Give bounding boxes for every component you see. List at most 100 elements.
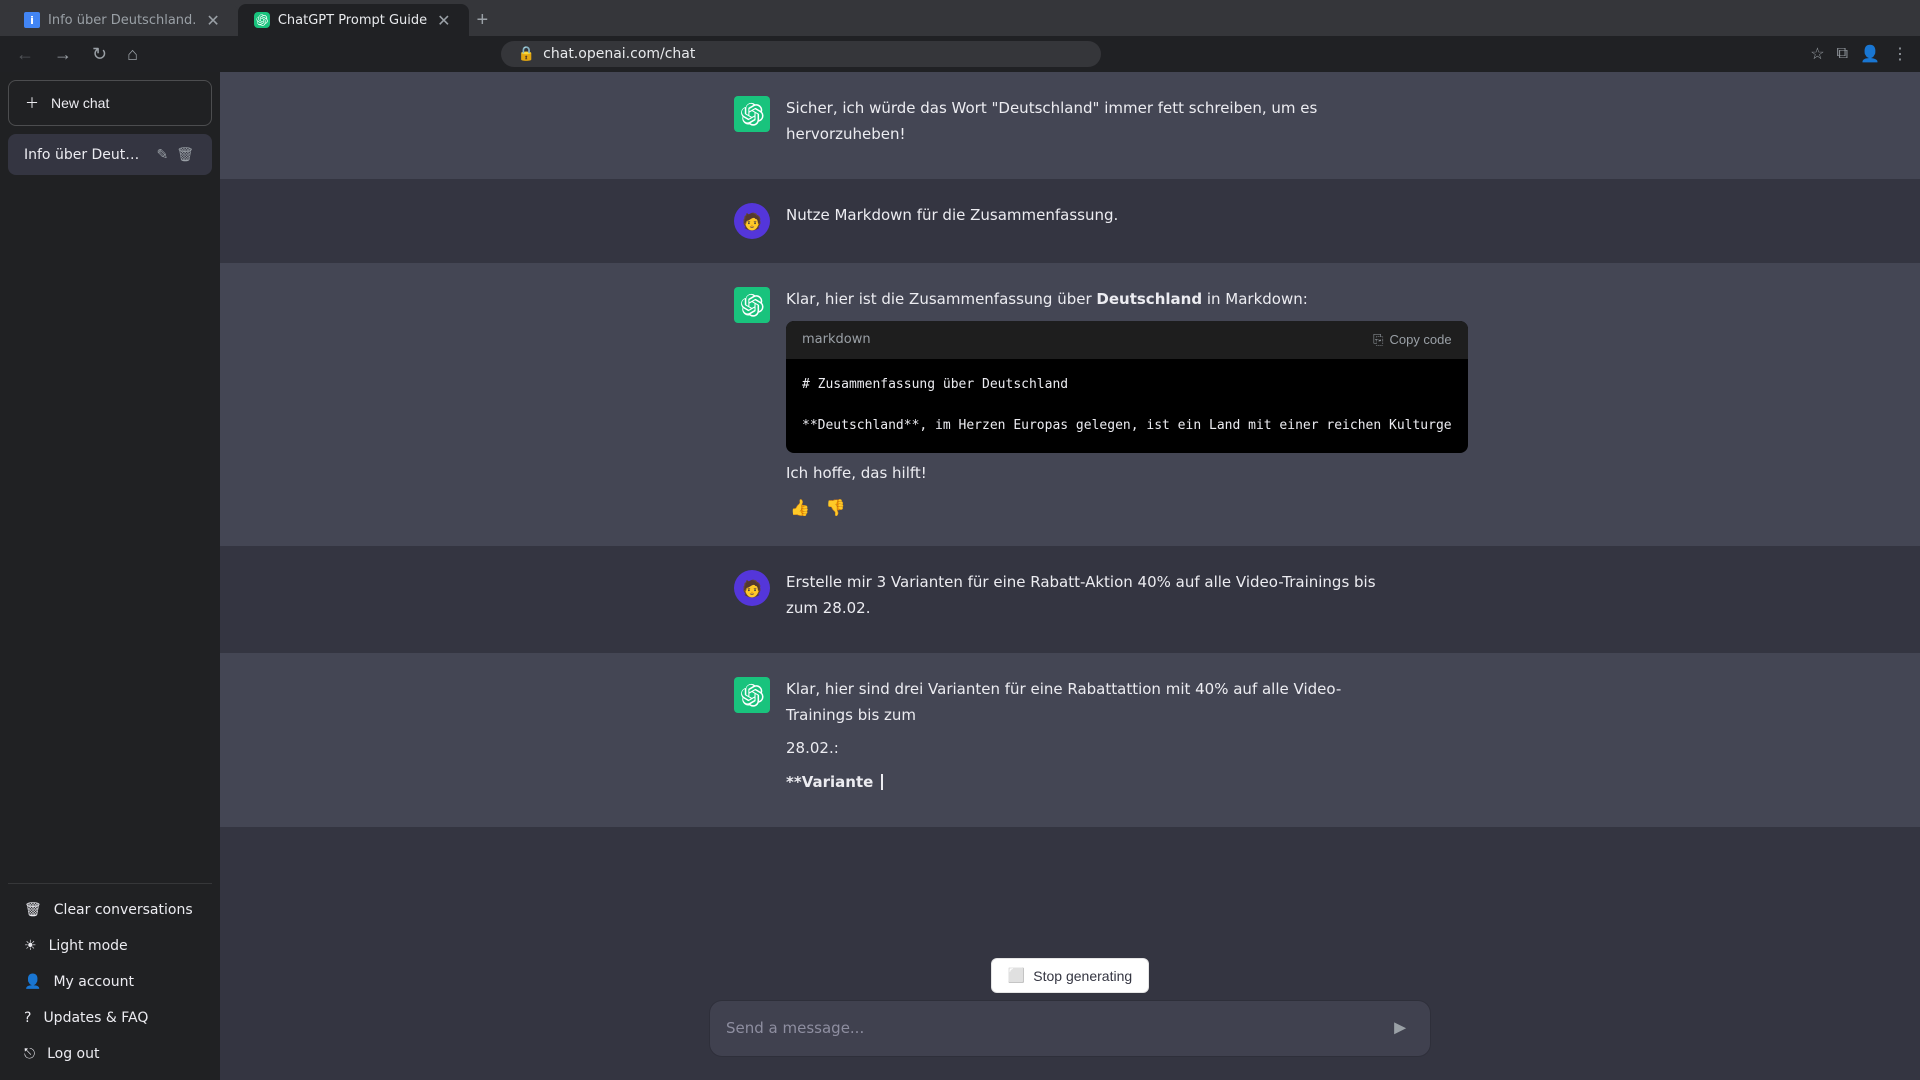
logout-item[interactable]: ⎋ Log out (8, 1036, 212, 1072)
message-row: Klar, hier ist die Zusammenfassung über … (220, 263, 1920, 546)
message-text: Nutze Markdown für die Zusammenfassung. (786, 203, 1406, 229)
message-row: Klar, hier sind drei Varianten für eine … (220, 653, 1920, 827)
tab-close-1[interactable]: ✕ (204, 9, 221, 32)
browser-tab-1[interactable]: i Info über Deutschland. ✕ (8, 4, 238, 36)
streaming-cursor (881, 774, 883, 790)
message-line3: **Variante (786, 770, 1406, 796)
message-actions: 👍 👎 (786, 494, 1468, 522)
extensions-icon[interactable]: ⧉ (1833, 40, 1852, 68)
address-bar[interactable]: 🔒 chat.openai.com/chat (501, 41, 1101, 67)
logout-icon: ⎋ (24, 1046, 35, 1062)
delete-chat-button[interactable]: 🗑 (174, 144, 196, 165)
info-icon: ? (24, 1010, 31, 1026)
message-inner: Sicher, ich würde das Wort "Deutschland"… (710, 96, 1430, 155)
stop-icon: ⬜ (1008, 967, 1025, 984)
settings-icon[interactable]: ⋮ (1888, 40, 1912, 68)
message-line1: Klar, hier sind drei Varianten für eine … (786, 677, 1406, 728)
my-account-item[interactable]: 👤 My account (8, 964, 212, 1000)
tab-title-1: Info über Deutschland. (48, 13, 196, 28)
browser-tab-2[interactable]: ChatGPT Prompt Guide ✕ (238, 4, 469, 36)
copy-label: Copy code (1389, 332, 1451, 347)
browser-chrome: i Info über Deutschland. ✕ ChatGPT Promp… (0, 0, 1920, 72)
stop-generating-button[interactable]: ⬜ Stop generating (991, 958, 1149, 993)
message-text: Erstelle mir 3 Varianten für eine Rabatt… (786, 570, 1406, 621)
new-chat-label: New chat (51, 95, 109, 111)
chat-list: Info über Deutschland. ✎ 🗑 (8, 134, 212, 875)
updates-faq-item[interactable]: ? Updates & FAQ (8, 1000, 212, 1036)
avatar (734, 677, 770, 713)
clear-conversations-item[interactable]: 🗑 Clear conversations (8, 892, 212, 928)
input-area: ⬜ Stop generating ► (220, 942, 1920, 1080)
browser-tabs: i Info über Deutschland. ✕ ChatGPT Promp… (0, 0, 1920, 36)
toolbar-icons: ☆ ⧉ 👤 ⋮ (1806, 40, 1912, 68)
list-item[interactable]: Info über Deutschland. ✎ 🗑 (8, 134, 212, 175)
message-row: Sicher, ich würde das Wort "Deutschland"… (220, 72, 1920, 179)
tab-close-2[interactable]: ✕ (435, 9, 452, 32)
back-button[interactable]: ← (8, 40, 42, 69)
browser-toolbar: ← → ↻ ⌂ 🔒 chat.openai.com/chat ☆ ⧉ 👤 ⋮ (0, 36, 1920, 72)
avatar (734, 96, 770, 132)
plus-icon: ＋ (25, 93, 39, 113)
chat-item-title: Info über Deutschland. (24, 147, 146, 163)
reload-button[interactable]: ↻ (84, 40, 115, 69)
chat-input[interactable] (726, 1017, 1386, 1040)
message-outro: Ich hoffe, das hilft! (786, 461, 1468, 487)
app: ＋ New chat Info über Deutschland. ✎ 🗑 🗑 … (0, 72, 1920, 1080)
message-line2: 28.02.: (786, 736, 1406, 762)
thumbs-up-button[interactable]: 👍 (786, 494, 814, 522)
account-icon: 👤 (24, 974, 41, 990)
updates-faq-label: Updates & FAQ (43, 1010, 148, 1026)
trash-icon: 🗑 (24, 902, 42, 918)
message-inner: 🧑 Nutze Markdown für die Zusammenfassung… (710, 203, 1430, 239)
avatar: 🧑 (734, 570, 770, 606)
bookmark-star-icon[interactable]: ☆ (1806, 40, 1828, 68)
message-text: Klar, hier ist die Zusammenfassung über … (786, 287, 1468, 313)
avatar: 🧑 (734, 203, 770, 239)
tab-favicon-1: i (24, 12, 40, 28)
code-block: markdown ⎘ Copy code # Zusammenfassung ü… (786, 321, 1468, 453)
chat-input-wrapper: ► (710, 1001, 1430, 1056)
message-inner: Klar, hier sind drei Varianten für eine … (710, 677, 1430, 803)
home-button[interactable]: ⌂ (119, 40, 146, 69)
chat-item-actions: ✎ 🗑 (154, 144, 196, 165)
tab-favicon-2 (254, 12, 270, 28)
message-inner: 🧑 Erstelle mir 3 Varianten für eine Raba… (710, 570, 1430, 629)
message-content: Nutze Markdown für die Zusammenfassung. (786, 203, 1406, 239)
sidebar-bottom: 🗑 Clear conversations ☀ Light mode 👤 My … (8, 883, 212, 1072)
send-button[interactable]: ► (1386, 1013, 1414, 1044)
message-content: Sicher, ich würde das Wort "Deutschland"… (786, 96, 1406, 155)
forward-button[interactable]: → (46, 40, 80, 69)
stop-label: Stop generating (1033, 968, 1132, 984)
thumbs-down-button[interactable]: 👎 (822, 494, 850, 522)
message-text: Sicher, ich würde das Wort "Deutschland"… (786, 96, 1406, 147)
bold-word: Deutschland (1096, 290, 1202, 308)
my-account-label: My account (53, 974, 134, 990)
message-row: 🧑 Nutze Markdown für die Zusammenfassung… (220, 179, 1920, 263)
message-content: Klar, hier sind drei Varianten für eine … (786, 677, 1406, 803)
code-content: # Zusammenfassung über Deutschland **Deu… (786, 359, 1468, 453)
code-header: markdown ⎘ Copy code (786, 321, 1468, 359)
profile-icon[interactable]: 👤 (1856, 40, 1884, 68)
main-content: Sicher, ich würde das Wort "Deutschland"… (220, 72, 1920, 1080)
messages-container: Sicher, ich würde das Wort "Deutschland"… (220, 72, 1920, 942)
message-content: Klar, hier ist die Zusammenfassung über … (786, 287, 1468, 522)
avatar (734, 287, 770, 323)
new-chat-button[interactable]: ＋ New chat (8, 80, 212, 126)
clear-conversations-label: Clear conversations (54, 902, 193, 918)
new-tab-button[interactable]: + (469, 5, 497, 36)
copy-icon: ⎘ (1373, 332, 1383, 348)
light-mode-label: Light mode (49, 938, 128, 954)
sidebar: ＋ New chat Info über Deutschland. ✎ 🗑 🗑 … (0, 72, 220, 1080)
tab-title-2: ChatGPT Prompt Guide (278, 13, 427, 28)
message-inner: Klar, hier ist die Zusammenfassung über … (710, 287, 1430, 522)
light-mode-item[interactable]: ☀ Light mode (8, 928, 212, 964)
edit-chat-button[interactable]: ✎ (154, 144, 170, 165)
message-content: Erstelle mir 3 Varianten für eine Rabatt… (786, 570, 1406, 629)
url-text: chat.openai.com/chat (543, 46, 695, 62)
sun-icon: ☀ (24, 938, 37, 954)
logout-label: Log out (47, 1046, 99, 1062)
message-row: 🧑 Erstelle mir 3 Varianten für eine Raba… (220, 546, 1920, 653)
code-lang: markdown (802, 329, 871, 351)
copy-code-button[interactable]: ⎘ Copy code (1373, 332, 1452, 348)
lock-icon: 🔒 (518, 46, 535, 62)
